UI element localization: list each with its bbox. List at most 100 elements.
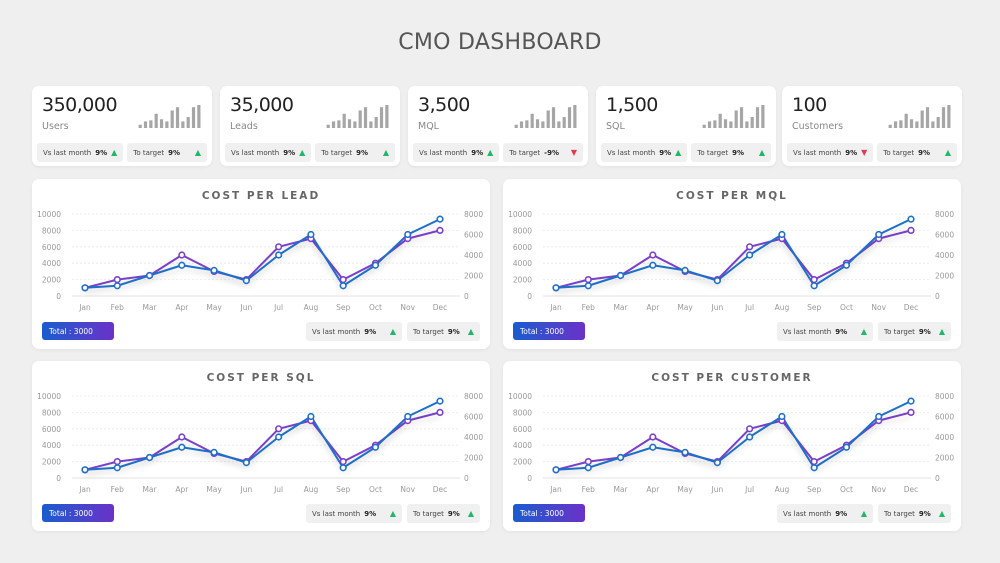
data-point-b[interactable] xyxy=(242,459,250,467)
data-point-b[interactable] xyxy=(713,459,721,467)
data-point-b[interactable] xyxy=(178,261,186,269)
data-point-b[interactable] xyxy=(616,453,625,462)
data-point-b[interactable] xyxy=(907,215,915,223)
sparkline-bar xyxy=(170,110,174,128)
data-point-b[interactable] xyxy=(339,464,347,472)
data-point-a[interactable] xyxy=(275,425,283,433)
x-axis-tick: Oct xyxy=(369,303,382,312)
data-point-b[interactable] xyxy=(307,230,315,239)
data-point-a[interactable] xyxy=(436,408,444,417)
total-pill[interactable]: Total : 3000 xyxy=(513,322,585,340)
data-point-b[interactable] xyxy=(113,464,121,472)
data-point-a[interactable] xyxy=(810,457,818,466)
x-axis-tick: Sep xyxy=(807,485,821,494)
data-point-b[interactable] xyxy=(210,266,218,274)
x-axis-tick: Sep xyxy=(336,303,350,312)
trend-up-icon: ▲ xyxy=(389,326,396,336)
target-label: To target xyxy=(509,148,541,157)
data-point-b[interactable] xyxy=(746,433,754,441)
data-point-b[interactable] xyxy=(81,284,89,292)
data-point-b[interactable] xyxy=(681,448,689,456)
data-point-b[interactable] xyxy=(552,284,560,292)
left-axis-tick: 8000 xyxy=(513,226,532,235)
data-point-b[interactable] xyxy=(275,433,283,441)
data-point-b[interactable] xyxy=(713,277,721,285)
data-point-b[interactable] xyxy=(810,464,818,472)
data-point-a[interactable] xyxy=(275,243,283,251)
right-axis-tick: 0 xyxy=(935,292,940,301)
data-point-b[interactable] xyxy=(584,464,592,472)
data-point-b[interactable] xyxy=(778,412,786,421)
vs-last-month-badge: Vs last month 9% ▲ xyxy=(413,143,500,162)
data-point-a[interactable] xyxy=(339,275,347,284)
data-point-b[interactable] xyxy=(371,443,380,451)
data-point-b[interactable] xyxy=(778,230,786,239)
data-point-b[interactable] xyxy=(145,453,154,462)
data-point-b[interactable] xyxy=(584,282,592,290)
data-point-b[interactable] xyxy=(842,261,851,269)
data-point-a[interactable] xyxy=(649,251,657,259)
sparkline-bar xyxy=(931,121,935,128)
data-point-b[interactable] xyxy=(616,271,625,280)
data-point-a[interactable] xyxy=(113,457,121,466)
target-label: To target xyxy=(884,509,915,518)
data-point-b[interactable] xyxy=(242,277,250,285)
data-point-b[interactable] xyxy=(307,412,315,421)
data-point-b[interactable] xyxy=(339,282,347,290)
sparkline-bar xyxy=(181,121,185,128)
data-point-b[interactable] xyxy=(907,397,915,405)
data-point-b[interactable] xyxy=(875,230,883,239)
data-point-b[interactable] xyxy=(552,466,560,474)
data-point-a[interactable] xyxy=(113,275,121,284)
data-point-b[interactable] xyxy=(275,251,283,259)
data-point-b[interactable] xyxy=(371,261,380,269)
data-point-a[interactable] xyxy=(436,226,444,235)
data-point-a[interactable] xyxy=(584,275,592,284)
data-point-b[interactable] xyxy=(810,282,818,290)
data-point-b[interactable] xyxy=(404,412,412,421)
data-point-b[interactable] xyxy=(404,230,412,239)
sparkline-bar xyxy=(541,121,545,128)
sparkline-bar xyxy=(936,117,940,128)
data-point-a[interactable] xyxy=(746,243,754,251)
data-point-a[interactable] xyxy=(178,251,186,259)
data-point-b[interactable] xyxy=(81,466,89,474)
right-axis-tick: 2000 xyxy=(464,454,483,463)
data-point-a[interactable] xyxy=(810,275,818,284)
data-point-b[interactable] xyxy=(436,397,444,405)
data-point-a[interactable] xyxy=(746,425,754,433)
sparkline-bar xyxy=(551,107,556,128)
data-point-b[interactable] xyxy=(145,271,154,280)
total-pill[interactable]: Total : 3000 xyxy=(42,322,114,340)
vs-value: 9% xyxy=(835,327,848,336)
data-point-b[interactable] xyxy=(210,448,218,456)
vs-last-month-badge: Vs last month 9% ▲ xyxy=(777,322,873,341)
x-axis-tick: Dec xyxy=(433,303,448,312)
data-point-b[interactable] xyxy=(842,443,851,451)
sparkline-bar xyxy=(941,107,946,128)
target-value: 9% xyxy=(732,148,745,157)
total-pill[interactable]: Total : 3000 xyxy=(513,504,585,522)
sparkline-bar xyxy=(707,121,712,128)
data-point-b[interactable] xyxy=(649,443,657,451)
data-point-b[interactable] xyxy=(746,251,754,259)
vs-label: Vs last month xyxy=(783,327,832,336)
data-point-b[interactable] xyxy=(178,443,186,451)
data-point-a[interactable] xyxy=(907,226,915,235)
data-point-b[interactable] xyxy=(649,261,657,269)
total-pill[interactable]: Total : 3000 xyxy=(42,504,114,522)
data-point-b[interactable] xyxy=(681,266,689,274)
data-point-b[interactable] xyxy=(875,412,883,421)
data-point-a[interactable] xyxy=(584,457,592,466)
sparkline-bar xyxy=(138,124,142,128)
x-axis-tick: Jul xyxy=(273,485,283,494)
data-point-a[interactable] xyxy=(907,408,915,417)
data-point-b[interactable] xyxy=(113,282,121,290)
data-point-b[interactable] xyxy=(436,215,444,223)
target-label: To target xyxy=(697,148,729,157)
data-point-a[interactable] xyxy=(339,457,347,466)
target-label: To target xyxy=(413,509,444,518)
data-point-a[interactable] xyxy=(649,433,657,441)
vs-last-month-badge: Vs last month 9% ▲ xyxy=(601,143,688,162)
data-point-a[interactable] xyxy=(178,433,186,441)
